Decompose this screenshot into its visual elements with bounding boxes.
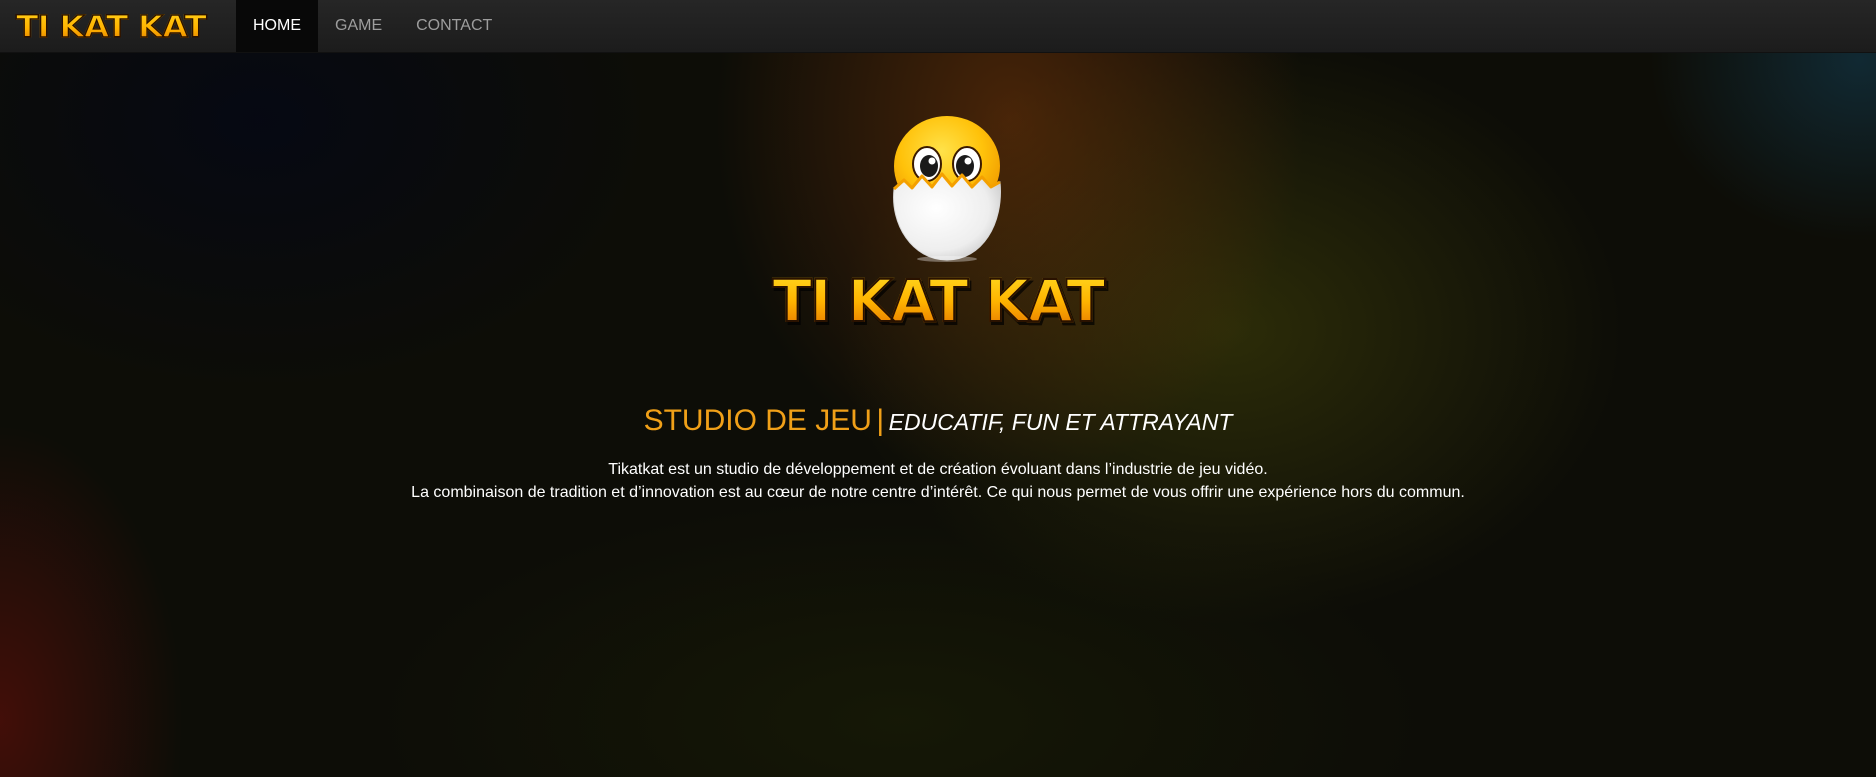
nav-item-contact[interactable]: CONTACT: [399, 0, 509, 52]
studio-description: Tikatkat est un studio de développement …: [0, 458, 1876, 504]
nav-menu: HOME GAME CONTACT: [236, 0, 509, 52]
tagline-separator: |: [876, 404, 885, 437]
hero-logo-text: TI KAT KAT: [771, 267, 1106, 335]
hero-logo: TI KAT KAT: [0, 267, 1876, 335]
tagline-sub: EDUCATIF, FUN ET ATTRAYANT: [888, 409, 1233, 435]
hatching-chick-icon: [892, 116, 1001, 262]
nav-item-home[interactable]: HOME: [236, 0, 318, 52]
top-navbar: TI KAT KAT HOME GAME CONTACT: [0, 0, 1876, 53]
brand-logo-text: TI KAT KAT: [15, 7, 207, 44]
brand-logo-link[interactable]: TI KAT KAT: [0, 0, 236, 52]
description-line-1: Tikatkat est un studio de développement …: [608, 461, 1268, 478]
nav-item-game[interactable]: GAME: [318, 0, 399, 52]
tagline-main: STUDIO DE JEU: [643, 404, 872, 437]
tagline: STUDIO DE JEU | EDUCATIF, FUN ET ATTRAYA…: [0, 404, 1876, 438]
description-line-2: La combinaison de tradition et d’innovat…: [411, 484, 1465, 501]
